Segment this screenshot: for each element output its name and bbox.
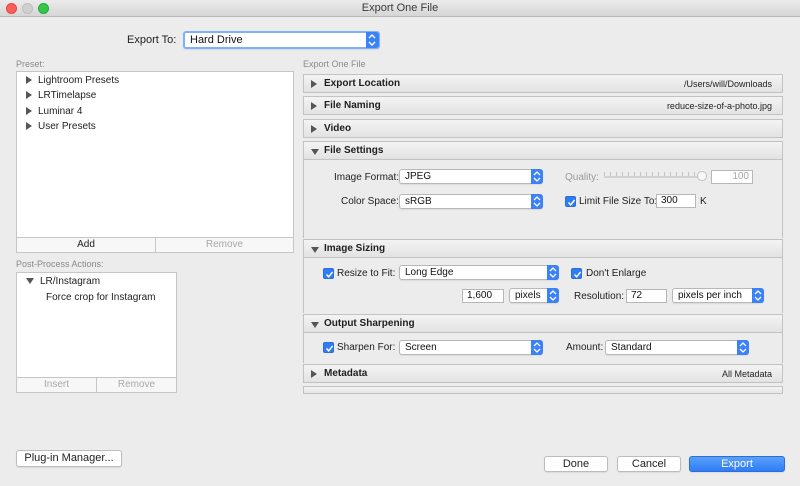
limit-file-size-label: Limit File Size To:: [579, 196, 658, 207]
quality-label: Quality:: [565, 172, 599, 183]
disclosure-right-icon: [311, 370, 317, 378]
section-summary: reduce-size-of-a-photo.jpg: [666, 101, 772, 111]
preset-group[interactable]: User Presets: [26, 121, 96, 132]
file-naming-header[interactable]: File Naming reduce-size-of-a-photo.jpg: [303, 96, 783, 115]
title-bar: Export One File: [0, 0, 800, 17]
disclosure-down-icon: [26, 278, 34, 285]
image-format-label: Image Format:: [334, 172, 400, 183]
chevron-updown-icon: [531, 169, 543, 184]
export-location-header[interactable]: Export Location /Users/will/Downloads: [303, 74, 783, 93]
section-title: Metadata: [324, 368, 368, 379]
post-process-item[interactable]: Force crop for Instagram: [46, 292, 155, 303]
remove-preset-button[interactable]: Remove: [155, 237, 294, 253]
chevron-updown-icon: [737, 340, 749, 355]
resize-mode-select[interactable]: Long Edge: [399, 265, 559, 280]
chevron-updown-icon: [547, 288, 559, 303]
disclosure-right-icon: [311, 125, 317, 133]
export-to-value: Hard Drive: [190, 34, 243, 46]
video-header[interactable]: Video: [303, 119, 783, 138]
done-button[interactable]: Done: [544, 456, 608, 472]
section-title: Video: [324, 123, 352, 134]
cancel-button[interactable]: Cancel: [617, 456, 681, 472]
disclosure-right-icon: [26, 107, 32, 116]
export-to-select[interactable]: Hard Drive: [183, 31, 380, 49]
insert-action-button[interactable]: Insert: [16, 377, 97, 393]
chevron-updown-icon: [366, 32, 379, 48]
export-to-label: Export To:: [127, 34, 177, 46]
sharpen-for-select[interactable]: Screen: [399, 340, 543, 355]
export-one-file-label: Export One File: [303, 59, 366, 69]
disclosure-right-icon: [26, 76, 32, 85]
resolution-label: Resolution:: [574, 291, 625, 302]
dont-enlarge-checkbox[interactable]: [571, 268, 582, 279]
limit-unit-label: K: [700, 196, 707, 207]
resize-to-fit-checkbox[interactable]: [323, 268, 334, 279]
section-title: Output Sharpening: [324, 318, 415, 329]
sharpen-for-label: Sharpen For:: [337, 342, 396, 353]
chevron-updown-icon: [531, 340, 543, 355]
remove-action-button[interactable]: Remove: [96, 377, 177, 393]
sharpen-for-checkbox[interactable]: [323, 342, 334, 353]
chevron-updown-icon: [531, 194, 543, 209]
post-process-list: [16, 272, 177, 378]
disclosure-down-icon: [311, 322, 319, 328]
disclosure-right-icon: [311, 80, 317, 88]
section-title: Export Location: [324, 78, 401, 89]
dont-enlarge-label: Don't Enlarge: [586, 268, 647, 279]
post-process-label: Post-Process Actions:: [16, 259, 104, 269]
preset-label: Preset:: [16, 59, 45, 69]
size-unit-select[interactable]: pixels: [509, 288, 559, 303]
limit-file-size-checkbox[interactable]: [565, 196, 576, 207]
image-format-select[interactable]: JPEG: [399, 169, 543, 184]
preset-group[interactable]: Lightroom Presets: [26, 75, 119, 86]
chevron-updown-icon: [752, 288, 764, 303]
quality-field[interactable]: 100: [711, 170, 753, 184]
disclosure-right-icon: [26, 91, 32, 100]
section-summary: /Users/will/Downloads: [683, 79, 772, 89]
limit-file-size-field[interactable]: 300: [656, 194, 696, 208]
panel-divider: [303, 393, 783, 394]
quality-slider-knob[interactable]: [697, 171, 707, 181]
export-button[interactable]: Export: [689, 456, 785, 472]
color-space-select[interactable]: sRGB: [399, 194, 543, 209]
file-settings-header[interactable]: File Settings: [303, 141, 783, 160]
output-sharpening-header[interactable]: Output Sharpening: [303, 314, 783, 333]
color-space-label: Color Space:: [341, 196, 399, 207]
image-sizing-header[interactable]: Image Sizing: [303, 239, 783, 258]
window-title: Export One File: [361, 2, 439, 14]
disclosure-right-icon: [311, 102, 317, 110]
post-process-group[interactable]: LR/Instagram: [26, 276, 100, 287]
plugin-manager-button[interactable]: Plug-in Manager...: [16, 450, 122, 467]
preset-group[interactable]: Luminar 4: [26, 106, 82, 117]
quality-slider[interactable]: [604, 176, 704, 178]
metadata-header[interactable]: Metadata All Metadata: [303, 364, 783, 383]
disclosure-down-icon: [311, 149, 319, 155]
section-summary: All Metadata: [721, 369, 772, 379]
disclosure-right-icon: [26, 122, 32, 131]
chevron-updown-icon: [547, 265, 559, 280]
resize-to-fit-label: Resize to Fit:: [337, 268, 396, 279]
amount-select[interactable]: Standard: [605, 340, 749, 355]
preset-group[interactable]: LRTimelapse: [26, 90, 96, 101]
add-preset-button[interactable]: Add: [16, 237, 156, 253]
section-title: File Naming: [324, 100, 381, 111]
disclosure-down-icon: [311, 247, 319, 253]
resolution-field[interactable]: 72: [626, 289, 667, 303]
long-edge-size-field[interactable]: 1,600: [462, 289, 504, 303]
amount-label: Amount:: [566, 342, 604, 353]
section-title: Image Sizing: [324, 243, 386, 254]
section-title: File Settings: [324, 145, 384, 156]
resolution-unit-select[interactable]: pixels per inch: [672, 288, 764, 303]
